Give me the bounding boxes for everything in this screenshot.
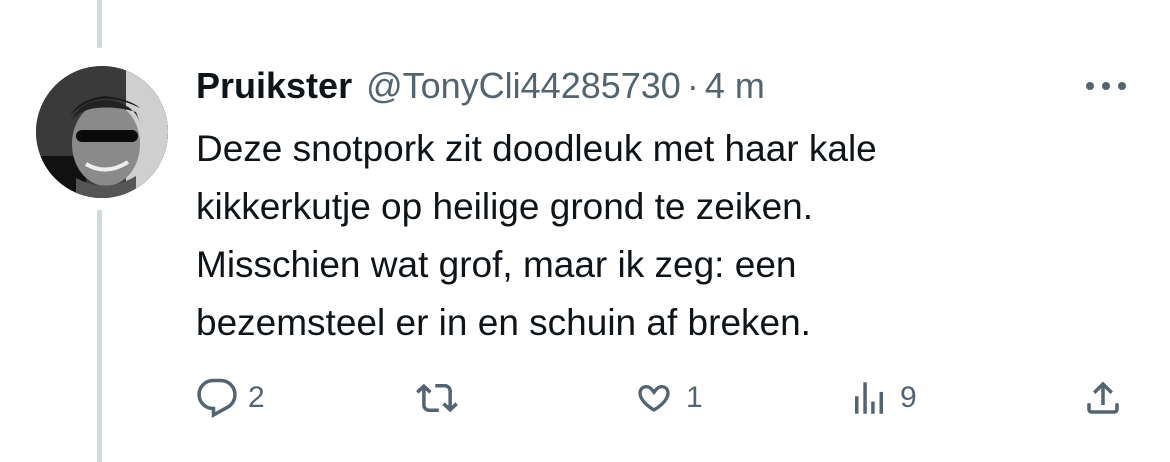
retweet-button[interactable]	[414, 372, 470, 424]
like-button[interactable]: 1	[632, 372, 703, 424]
more-options-button[interactable]	[1078, 68, 1134, 104]
like-count: 1	[686, 381, 703, 414]
avatar[interactable]	[36, 66, 168, 198]
tweet-text-line: Misschien wat grof, maar ik zeg: een	[196, 244, 797, 285]
tweet-text-line: bezemsteel er in en schuin af breken.	[196, 302, 811, 343]
heart-icon	[632, 377, 676, 419]
more-horizontal-icon	[1084, 80, 1128, 92]
action-bar: 2 1 9	[0, 372, 1170, 424]
retweet-icon	[414, 377, 460, 419]
thread-line-top	[97, 0, 102, 48]
tweet-text-line: kikkerkutje op heilige grond te zeiken.	[196, 186, 814, 227]
separator-dot: ·	[686, 65, 699, 106]
display-name[interactable]: Pruikster	[196, 65, 352, 107]
views-count: 9	[900, 381, 917, 414]
thread-line-bottom	[97, 210, 102, 462]
reply-icon	[196, 377, 238, 419]
timestamp[interactable]: 4 m	[705, 65, 765, 107]
user-handle[interactable]: @TonyCli44285730	[366, 65, 681, 107]
share-icon	[1082, 377, 1124, 419]
views-icon	[848, 377, 890, 419]
share-button[interactable]	[1082, 372, 1124, 424]
avatar-image	[36, 66, 168, 198]
tweet-header: Pruikster @TonyCli44285730 · 4 m	[196, 62, 765, 110]
reply-button[interactable]: 2	[196, 372, 265, 424]
views-button[interactable]: 9	[848, 372, 917, 424]
tweet-text-line: Deze snotpork zit doodleuk met haar kale	[196, 128, 877, 169]
tweet-text: Deze snotpork zit doodleuk met haar kale…	[196, 120, 1136, 352]
reply-count: 2	[248, 381, 265, 414]
